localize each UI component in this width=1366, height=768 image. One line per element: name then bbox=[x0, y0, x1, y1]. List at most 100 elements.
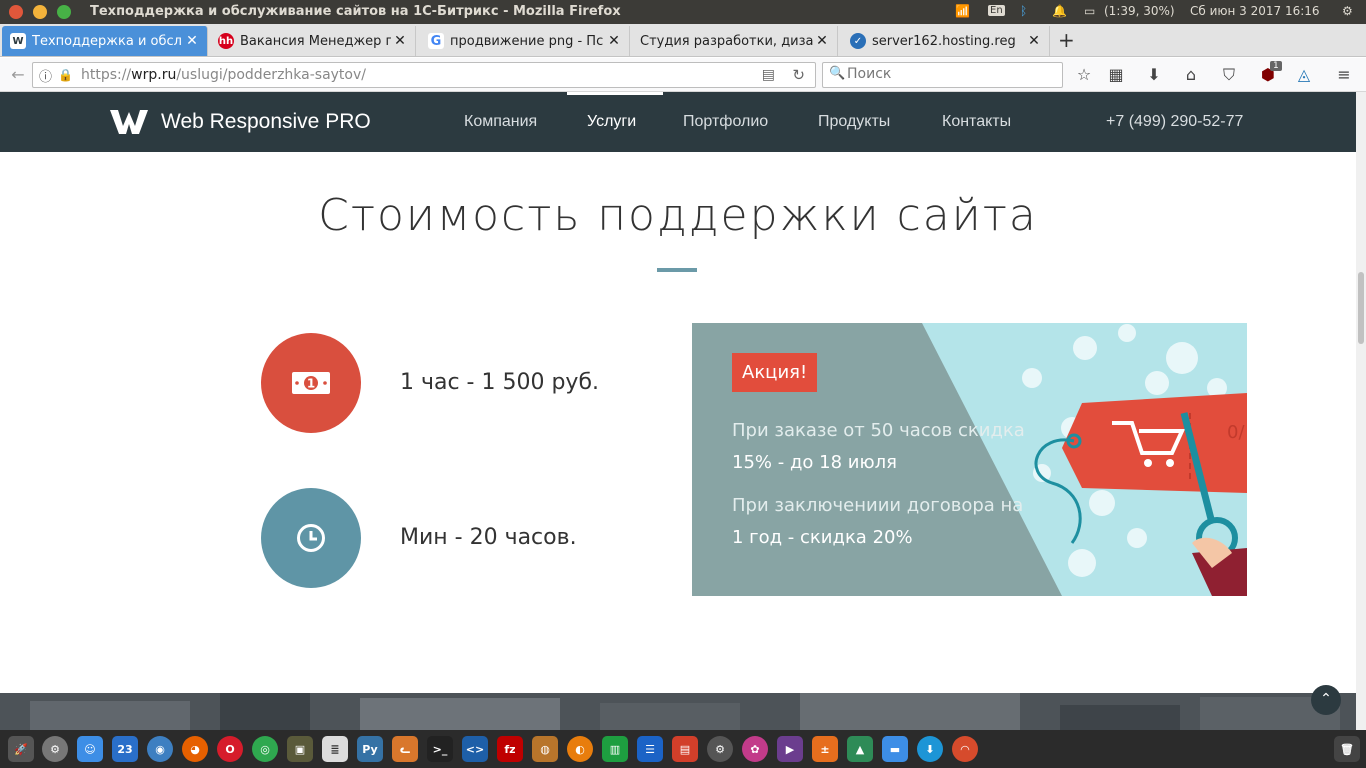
tab-google-search[interactable]: G продвижение png - Пс ✕ bbox=[420, 26, 630, 56]
notification-icon[interactable]: 🔔 bbox=[1052, 4, 1067, 18]
hh-favicon-icon: hh bbox=[218, 33, 234, 49]
logo-icon[interactable] bbox=[110, 108, 148, 136]
power-icon[interactable]: ⚙ bbox=[1342, 4, 1353, 18]
trash-icon[interactable]: 🗑 bbox=[1334, 736, 1360, 762]
wifi-icon[interactable]: 📶 bbox=[955, 4, 970, 18]
tab-label: Вакансия Менеджер п bbox=[240, 33, 391, 49]
menu-icon[interactable]: ≡ bbox=[1334, 65, 1354, 85]
bookmark-star-icon[interactable]: ☆ bbox=[1074, 65, 1094, 85]
language-indicator[interactable]: En bbox=[988, 5, 1005, 16]
battery-status: (1:39, 30%) bbox=[1104, 4, 1175, 18]
launcher-icon[interactable]: 🚀 bbox=[8, 736, 34, 762]
extension-icon[interactable]: ◬ bbox=[1294, 65, 1314, 85]
tab-hosting[interactable]: ✓ server162.hosting.reg ✕ bbox=[842, 26, 1050, 56]
nav-contacts[interactable]: Контакты bbox=[942, 113, 1011, 131]
os-titlebar: Техподдержка и обслуживание сайтов на 1С… bbox=[0, 0, 1366, 24]
calendar-icon[interactable]: 23 bbox=[112, 736, 138, 762]
browser-icon[interactable]: ◉ bbox=[147, 736, 173, 762]
clock[interactable]: Сб июн 3 2017 16:16 bbox=[1190, 4, 1320, 18]
back-icon[interactable]: ← bbox=[8, 65, 28, 85]
url-path: /uslugi/podderzhka-saytov/ bbox=[176, 67, 366, 83]
nav-company[interactable]: Компания bbox=[464, 113, 537, 131]
ublock-badge: 1 bbox=[1270, 61, 1282, 71]
nav-services[interactable]: Услуги bbox=[587, 113, 636, 131]
promo-line-3: При заключениии договора на bbox=[732, 495, 1024, 516]
info-icon[interactable]: ⓘ bbox=[39, 66, 52, 85]
scroll-to-top-button[interactable]: ⌃ bbox=[1311, 685, 1341, 715]
close-tab-icon[interactable]: ✕ bbox=[183, 33, 201, 49]
filezilla-icon[interactable]: fz bbox=[497, 736, 523, 762]
chrome-icon[interactable]: ◎ bbox=[252, 736, 278, 762]
lock-icon: 🔒 bbox=[58, 68, 73, 82]
pocket-icon[interactable]: ⛉ bbox=[1219, 65, 1239, 85]
terminal-icon[interactable]: >_ bbox=[427, 736, 453, 762]
title-underline bbox=[657, 268, 697, 272]
tab-studio[interactable]: Студия разработки, диза ✕ bbox=[632, 26, 838, 56]
search-icon: 🔍 bbox=[829, 66, 846, 81]
rss-icon[interactable]: ◠ bbox=[952, 736, 978, 762]
settings-icon[interactable]: ⚙ bbox=[42, 736, 68, 762]
tab-label: Студия разработки, диза bbox=[640, 33, 813, 49]
url-host: wrp.ru bbox=[131, 67, 177, 83]
window-title: Техподдержка и обслуживание сайтов на 1С… bbox=[90, 4, 621, 19]
media-icon[interactable]: ▶ bbox=[777, 736, 803, 762]
site-header: Web Responsive PRO Компания Услуги Портф… bbox=[0, 92, 1356, 152]
system-icon[interactable]: ⚙ bbox=[707, 736, 733, 762]
url-bar[interactable]: ⓘ 🔒 https:// wrp.ru /uslugi/podderzhka-s… bbox=[32, 62, 816, 88]
calculator-icon[interactable]: ± bbox=[812, 736, 838, 762]
python-icon[interactable]: Py bbox=[357, 736, 383, 762]
chart-icon[interactable]: ▲ bbox=[847, 736, 873, 762]
taskbar: 🚀 ⚙ ☺ 23 ◉ ◕ O ◎ ▣ ≣ Py ᓚ >_ <> fz ◍ ◐ ▥… bbox=[0, 730, 1366, 768]
maximize-window-button[interactable] bbox=[57, 5, 71, 19]
search-field[interactable]: 🔍 Поиск bbox=[822, 62, 1063, 88]
downloads-icon[interactable]: ⬇ bbox=[1144, 65, 1164, 85]
phone-number[interactable]: +7 (499) 290-52-77 bbox=[1106, 113, 1243, 131]
navigation-toolbar: ← ⓘ 🔒 https:// wrp.ru /uslugi/podderzhka… bbox=[0, 58, 1366, 92]
photos-icon[interactable]: ✿ bbox=[742, 736, 768, 762]
tab-label: Техподдержка и обсл bbox=[32, 33, 182, 49]
gimp-icon[interactable]: ◍ bbox=[532, 736, 558, 762]
firefox-icon[interactable]: ◕ bbox=[182, 736, 208, 762]
nav-portfolio[interactable]: Портфолио bbox=[683, 113, 768, 131]
tab-bar: W Техподдержка и обсл ✕ hh Вакансия Мене… bbox=[0, 24, 1366, 57]
close-tab-icon[interactable]: ✕ bbox=[605, 33, 623, 49]
minimize-window-button[interactable] bbox=[33, 5, 47, 19]
folder-icon[interactable]: ▬ bbox=[882, 736, 908, 762]
site-logo-text[interactable]: Web Responsive PRO bbox=[161, 110, 371, 134]
minimum-hours: Мин - 20 часов. bbox=[400, 525, 577, 550]
money-circle: 1 bbox=[261, 333, 361, 433]
finder-icon[interactable]: ☺ bbox=[77, 736, 103, 762]
text-icon[interactable]: ☰ bbox=[637, 736, 663, 762]
tab-vacancy[interactable]: hh Вакансия Менеджер п ✕ bbox=[210, 26, 416, 56]
hosting-favicon-icon: ✓ bbox=[850, 33, 866, 49]
tab-tech-support[interactable]: W Техподдержка и обсл ✕ bbox=[2, 26, 208, 56]
page-title: Стоимость поддержки сайта bbox=[318, 190, 1038, 241]
blender-icon[interactable]: ◐ bbox=[567, 736, 593, 762]
presentation-icon[interactable]: ▤ bbox=[672, 736, 698, 762]
tab-label: server162.hosting.reg bbox=[872, 33, 1016, 49]
battery-icon[interactable]: ▭ bbox=[1084, 4, 1095, 18]
code-icon[interactable]: <> bbox=[462, 736, 488, 762]
close-window-button[interactable] bbox=[9, 5, 23, 19]
close-tab-icon[interactable]: ✕ bbox=[1025, 33, 1043, 49]
document-icon[interactable]: ≣ bbox=[322, 736, 348, 762]
clock-icon bbox=[297, 524, 325, 552]
close-tab-icon[interactable]: ✕ bbox=[391, 33, 409, 49]
tab-label: продвижение png - Пс bbox=[450, 33, 604, 49]
scrollbar-thumb[interactable] bbox=[1358, 272, 1364, 344]
bluetooth-icon[interactable]: ᛒ bbox=[1020, 4, 1027, 18]
page-scrollbar[interactable] bbox=[1356, 92, 1366, 730]
reader-view-icon[interactable]: ▤ bbox=[762, 67, 775, 83]
site-favicon-icon: W bbox=[10, 33, 26, 49]
spreadsheet-icon[interactable]: ▥ bbox=[602, 736, 628, 762]
close-tab-icon[interactable]: ✕ bbox=[813, 33, 831, 49]
reload-icon[interactable]: ↻ bbox=[792, 66, 805, 84]
home-icon[interactable]: ⌂ bbox=[1181, 65, 1201, 85]
nav-products[interactable]: Продукты bbox=[818, 113, 890, 131]
app-icon[interactable]: ▣ bbox=[287, 736, 313, 762]
bookmarks-library-icon[interactable]: ▦ bbox=[1106, 65, 1126, 85]
opera-icon[interactable]: O bbox=[217, 736, 243, 762]
cat-icon[interactable]: ᓚ bbox=[392, 736, 418, 762]
download-icon[interactable]: ⬇ bbox=[917, 736, 943, 762]
new-tab-button[interactable]: + bbox=[1058, 28, 1075, 52]
